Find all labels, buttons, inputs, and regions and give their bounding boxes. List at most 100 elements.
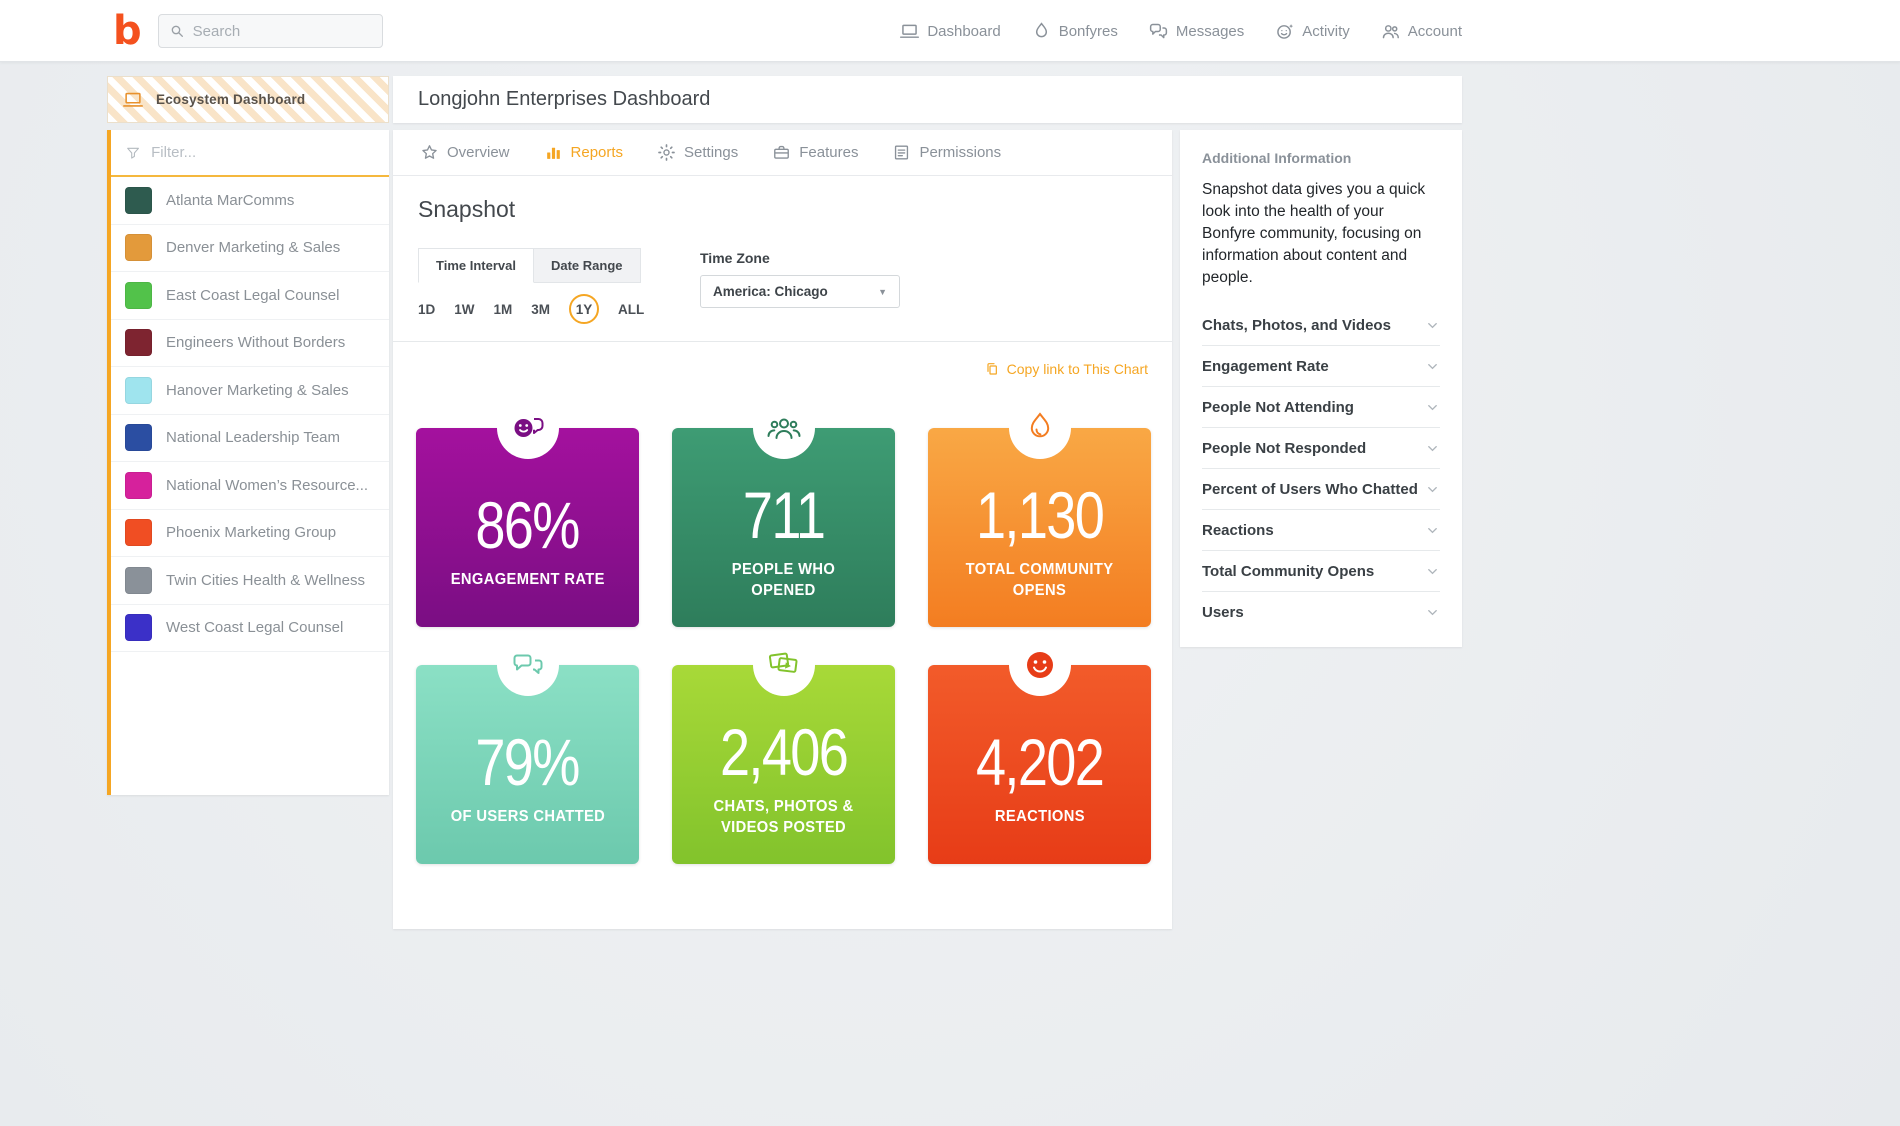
dashboard-title-bar: Longjohn Enterprises Dashboard — [393, 76, 1462, 123]
section-title: Snapshot — [418, 196, 516, 222]
chevron-down-icon — [1428, 445, 1437, 451]
chat-bubbles-icon — [513, 654, 542, 674]
metric-label: ENGAGEMENT RATE — [450, 571, 605, 589]
interval-all[interactable]: ALL — [618, 302, 644, 317]
tab-label: Overview — [447, 144, 510, 161]
smiley-icon — [1026, 652, 1053, 678]
community-label: Hanover Marketing & Sales — [166, 381, 349, 399]
ecosystem-dashboard-header[interactable]: Ecosystem Dashboard — [107, 76, 389, 123]
tab-reports[interactable]: Reports — [527, 130, 641, 176]
tab-features[interactable]: Features — [755, 130, 875, 176]
copy-link-button[interactable]: Copy link to This Chart — [984, 361, 1148, 377]
metric-label: TOTAL COMMUNITY OPENS — [965, 560, 1114, 599]
tab-overview[interactable]: Overview — [403, 130, 527, 176]
info-panel-description: Snapshot data gives you a quick look int… — [1202, 181, 1426, 286]
page-title: Longjohn Enterprises Dashboard — [418, 88, 711, 110]
main-tabbar: Overview Reports Settings Features Permi… — [393, 130, 1172, 176]
nav-dashboard[interactable]: Dashboard — [899, 21, 1001, 42]
metric-value: 1,130 — [975, 477, 1105, 552]
community-label: Twin Cities Health & Wellness — [166, 571, 365, 589]
search-box[interactable] — [157, 14, 383, 48]
info-item-people-not-responded[interactable]: People Not Responded — [1202, 428, 1440, 469]
topbar-nav: Dashboard Bonfyres Messages Activity Acc… — [899, 21, 1462, 42]
sidebar-item-engineers-without-borders[interactable]: Engineers Without Borders — [111, 320, 389, 367]
gear-icon — [658, 144, 675, 161]
nav-messages[interactable]: Messages — [1148, 21, 1244, 42]
nav-label: Dashboard — [927, 22, 1001, 40]
sidebar-item-west-coast-legal-counsel[interactable]: West Coast Legal Counsel — [111, 605, 389, 652]
bonfyre-logo[interactable]: b — [113, 11, 142, 51]
timezone-select[interactable]: America: Chicago ▼ — [700, 275, 900, 308]
metric-value: 711 — [742, 477, 826, 552]
bar-chart-icon — [546, 147, 560, 159]
metric-cards-grid: 86% ENGAGEMENT RATE 711 PEOPLE WHO OPENE… — [416, 397, 1151, 864]
tab-date-range[interactable]: Date Range — [533, 248, 641, 283]
chevron-down-icon — [1428, 527, 1437, 533]
interval-1m[interactable]: 1M — [494, 302, 513, 317]
sidebar-item-east-coast-legal-counsel[interactable]: East Coast Legal Counsel — [111, 272, 389, 320]
info-item-people-not-attending[interactable]: People Not Attending — [1202, 387, 1440, 428]
copy-link-label: Copy link to This Chart — [1006, 361, 1148, 377]
range-tabs: Time Interval Date Range — [418, 248, 641, 283]
card-icon-bubble — [1008, 634, 1071, 696]
nav-label: Account — [1407, 22, 1462, 40]
metric-card-total-community-opens: 1,130 TOTAL COMMUNITY OPENS — [928, 397, 1151, 627]
sidebar-item-phoenix-marketing-group[interactable]: Phoenix Marketing Group — [111, 510, 389, 557]
nav-account[interactable]: Account — [1380, 21, 1462, 42]
sidebar-item-hanover-marketing-sales[interactable]: Hanover Marketing & Sales — [111, 367, 389, 415]
nav-activity[interactable]: Activity — [1274, 21, 1350, 42]
sidebar-item-atlanta-marcomms[interactable]: Atlanta MarComms — [111, 177, 389, 225]
metric-label: CHATS, PHOTOS & VIDEOS POSTED — [713, 797, 854, 836]
card-icon-bubble — [752, 634, 815, 696]
chevron-down-icon — [1428, 404, 1437, 410]
community-avatar — [125, 234, 152, 262]
interval-3m[interactable]: 3M — [531, 302, 550, 317]
sidebar-item-denver-marketing-sales[interactable]: Denver Marketing & Sales — [111, 225, 389, 272]
tab-permissions[interactable]: Permissions — [875, 130, 1018, 176]
briefcase-icon — [774, 145, 790, 159]
sidebar-item-national-leadership-team[interactable]: National Leadership Team — [111, 415, 389, 462]
metric-card-people-who-opened: 711 PEOPLE WHO OPENED — [672, 397, 895, 627]
sidebar-item-national-womens-resource[interactable]: National Women’s Resource... — [111, 462, 389, 510]
tab-label: Reports — [570, 144, 624, 161]
info-item-engagement-rate[interactable]: Engagement Rate — [1202, 346, 1440, 387]
search-input[interactable] — [192, 22, 372, 40]
community-avatar — [125, 614, 152, 642]
sidebar-item-twin-cities-health-wellness[interactable]: Twin Cities Health & Wellness — [111, 557, 389, 605]
metric-card-chats-photos-videos: 2,406 CHATS, PHOTOS & VIDEOS POSTED — [672, 634, 895, 864]
metric-value: 2,406 — [719, 714, 849, 789]
info-item-chats-photos-videos[interactable]: Chats, Photos, and Videos — [1202, 305, 1440, 346]
metric-card-users-chatted: 79% OF USERS CHATTED — [416, 634, 639, 864]
filter-row[interactable] — [111, 130, 389, 177]
metric-card-reactions: 4,202 REACTIONS — [928, 634, 1151, 864]
info-item-label: Reactions — [1202, 521, 1274, 539]
nav-label: Bonfyres — [1058, 22, 1118, 40]
nav-bonfyres[interactable]: Bonfyres — [1031, 21, 1118, 42]
interval-1y-selected[interactable]: 1Y — [569, 294, 600, 324]
chevron-down-icon — [1428, 363, 1437, 369]
photos-icon — [768, 652, 797, 673]
chevron-down-icon — [1428, 610, 1437, 616]
info-item-total-community-opens[interactable]: Total Community Opens — [1202, 551, 1440, 592]
community-label: Phoenix Marketing Group — [166, 524, 337, 542]
filter-input[interactable] — [151, 144, 375, 161]
funnel-icon — [127, 147, 139, 159]
info-accordion-list: Chats, Photos, and Videos Engagement Rat… — [1202, 305, 1440, 633]
info-item-users[interactable]: Users — [1202, 592, 1440, 633]
timezone-block: Time Zone America: Chicago ▼ — [700, 250, 900, 308]
metric-card-engagement-rate: 86% ENGAGEMENT RATE — [416, 397, 639, 627]
community-avatar — [125, 376, 152, 404]
community-label: National Women’s Resource... — [166, 476, 369, 494]
info-item-percent-users-chatted[interactable]: Percent of Users Who Chatted — [1202, 469, 1440, 510]
interval-1w[interactable]: 1W — [454, 302, 474, 317]
additional-info-panel: Additional Information Snapshot data giv… — [1180, 130, 1462, 647]
interval-1d[interactable]: 1D — [418, 302, 435, 317]
laptop-icon — [123, 92, 143, 107]
community-avatar — [125, 186, 152, 214]
tab-time-interval[interactable]: Time Interval — [418, 248, 534, 283]
tab-settings[interactable]: Settings — [640, 130, 755, 176]
community-label: Engineers Without Borders — [166, 334, 346, 352]
laptop-icon — [900, 24, 920, 38]
info-item-label: Total Community Opens — [1202, 562, 1375, 580]
info-item-reactions[interactable]: Reactions — [1202, 510, 1440, 551]
